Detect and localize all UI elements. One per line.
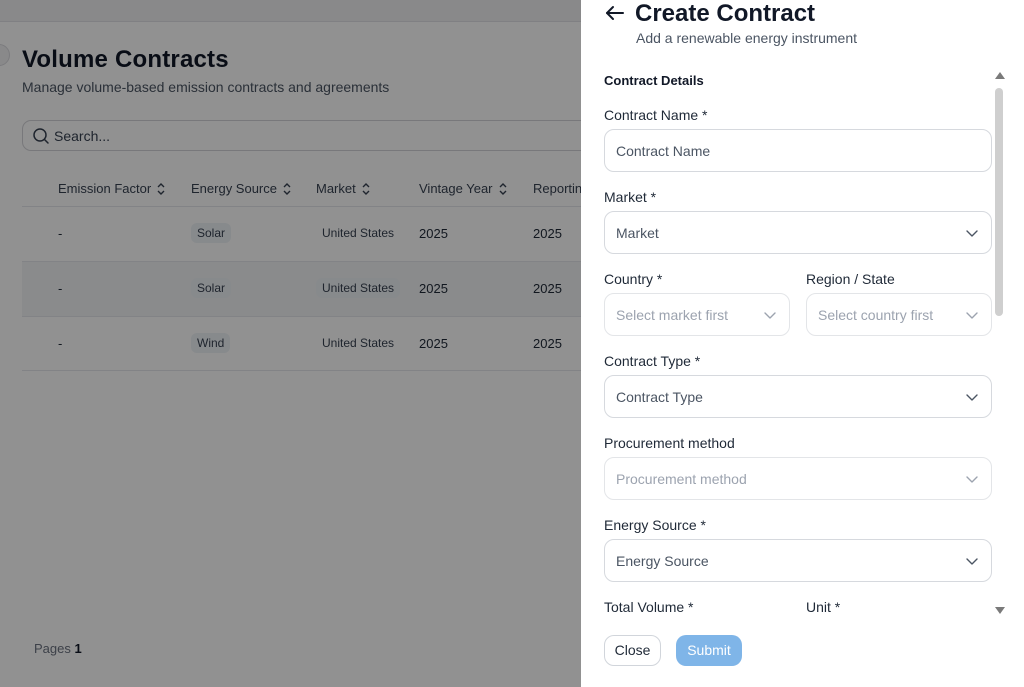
market-label: Market * [604, 189, 657, 205]
scroll-down-arrow-icon[interactable] [995, 607, 1005, 614]
submit-button[interactable]: Submit [676, 635, 742, 666]
market-select[interactable]: Market [604, 211, 992, 254]
drawer-subtitle: Add a renewable energy instrument [636, 30, 858, 46]
close-button[interactable]: Close [604, 635, 661, 666]
chevron-down-icon [966, 230, 978, 237]
region-select[interactable]: Select country first [806, 293, 992, 336]
country-label: Country * [604, 271, 663, 287]
procurement-method-label: Procurement method [604, 435, 735, 451]
scrollbar-thumb[interactable] [995, 88, 1003, 316]
energy-source-label: Energy Source * [604, 517, 706, 533]
contract-name-placeholder: Contract Name [616, 143, 711, 159]
chevron-down-icon [966, 312, 978, 319]
contract-type-select[interactable]: Contract Type [604, 375, 992, 418]
contract-type-label: Contract Type * [604, 353, 701, 369]
energy-source-placeholder: Energy Source [616, 553, 709, 569]
country-placeholder: Select market first [616, 307, 729, 323]
market-placeholder: Market [616, 225, 659, 241]
country-select[interactable]: Select market first [604, 293, 790, 336]
scroll-up-arrow-icon[interactable] [995, 72, 1005, 79]
section-title: Contract Details [604, 73, 704, 88]
chevron-down-icon [764, 312, 776, 319]
region-label: Region / State [806, 271, 895, 287]
form-scrollbar[interactable] [992, 72, 1006, 620]
contract-name-label: Contract Name * [604, 107, 708, 123]
chevron-down-icon [966, 558, 978, 565]
contract-name-input[interactable]: Contract Name [604, 129, 992, 172]
contract-form: Contract Details Contract Name * Contrac… [581, 60, 1024, 620]
unit-label: Unit * [806, 599, 841, 615]
drawer-title: Create Contract [635, 0, 816, 27]
energy-source-select[interactable]: Energy Source [604, 539, 992, 582]
total-volume-label: Total Volume * [604, 599, 694, 615]
chevron-down-icon [966, 476, 978, 483]
arrow-left-icon[interactable] [604, 3, 626, 23]
chevron-down-icon [966, 394, 978, 401]
procurement-method-placeholder: Procurement method [616, 471, 747, 487]
contract-type-placeholder: Contract Type [616, 389, 703, 405]
procurement-method-select[interactable]: Procurement method [604, 457, 992, 500]
region-placeholder: Select country first [818, 307, 934, 323]
